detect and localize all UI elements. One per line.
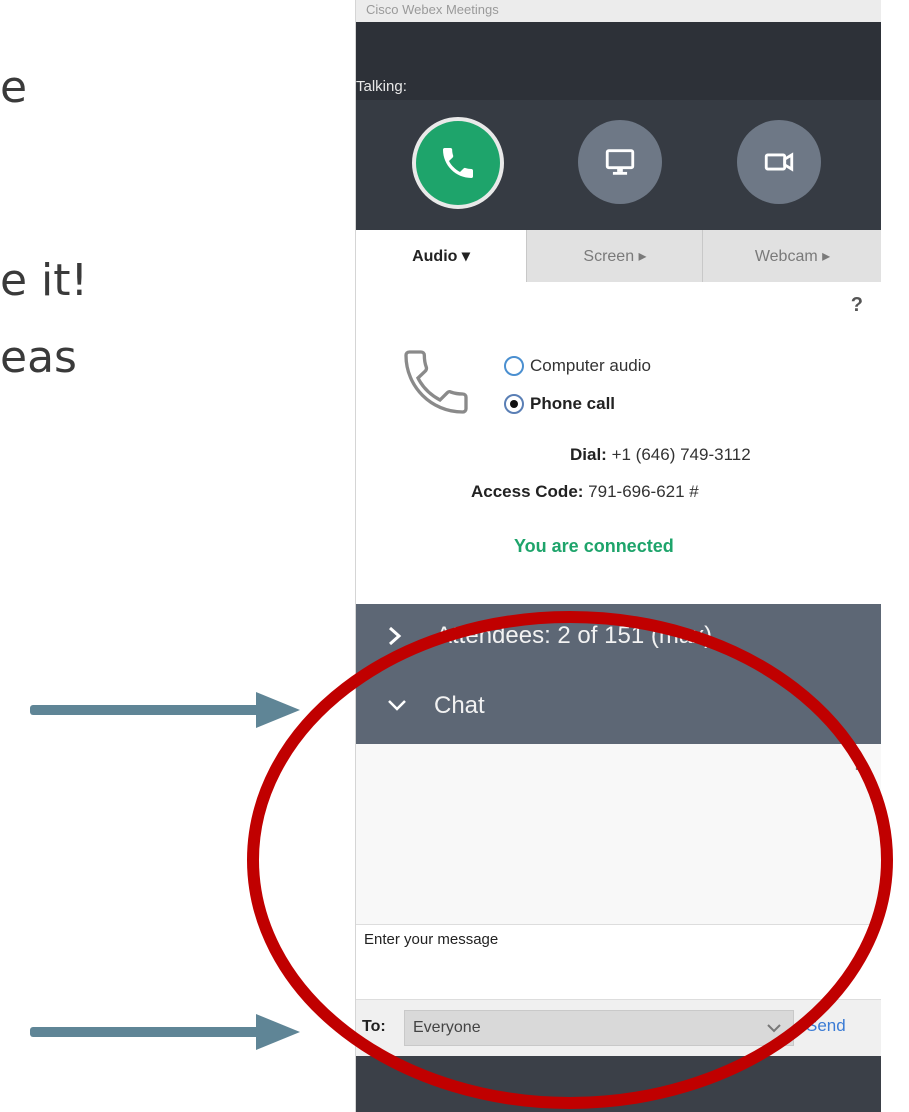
tab-screen[interactable]: Screen ▸ [526, 230, 703, 282]
phone-outline-icon [404, 350, 468, 414]
tab-audio[interactable]: Audio ▾ [356, 230, 526, 282]
meeting-panel: Cisco Webex Meetings Talking: Audio ▾ Sc… [355, 0, 881, 1112]
chat-messages-area: ? [356, 744, 881, 924]
arrow-pointer-recipient [30, 1014, 300, 1050]
slide-text-fragment: e [0, 62, 28, 113]
phone-call-option[interactable]: Phone call [504, 394, 615, 414]
slide-text-fragment: eas [0, 332, 77, 383]
recipient-value: Everyone [413, 1019, 481, 1036]
radio-phone-call[interactable] [504, 394, 524, 414]
window-title: Cisco Webex Meetings [366, 2, 499, 17]
dial-number: +1 (646) 749-3112 [611, 445, 751, 464]
computer-audio-option[interactable]: Computer audio [504, 356, 651, 376]
radio-computer-audio[interactable] [504, 356, 524, 376]
webcam-button[interactable] [737, 120, 821, 204]
camera-icon [764, 152, 794, 172]
chevron-down-icon [388, 700, 406, 711]
chat-label: Chat [434, 692, 485, 719]
audio-button[interactable] [412, 117, 504, 209]
window-titlebar: Cisco Webex Meetings [356, 0, 881, 22]
access-code-label: Access Code: [471, 482, 584, 501]
connection-status: You are connected [514, 536, 674, 556]
computer-audio-label: Computer audio [530, 356, 651, 375]
bottom-bar [356, 1056, 881, 1112]
talking-bar: Talking: [356, 22, 881, 100]
chevron-right-icon [389, 626, 402, 646]
chat-message-input[interactable]: Enter your message [356, 924, 881, 1000]
media-tabs: Audio ▾ Screen ▸ Webcam ▸ [356, 230, 881, 282]
phone-icon [443, 148, 473, 178]
phone-call-label: Phone call [530, 394, 616, 413]
slide-text-fragment: e it! [0, 255, 89, 306]
help-button[interactable]: ? [851, 294, 863, 317]
to-label: To: [362, 1018, 386, 1035]
arrow-pointer-chat [30, 692, 300, 728]
audio-settings: ? Computer audio Phone call Dial: +1 (64… [356, 282, 881, 604]
chevron-down-icon [767, 1024, 781, 1033]
dial-info: Dial: +1 (646) 749-3112 [570, 445, 751, 465]
access-code-value: 791-696-621 # [588, 482, 699, 501]
attendees-section-header[interactable]: Attendees: 2 of 151 (max) [356, 604, 881, 668]
monitor-icon [605, 149, 635, 175]
talking-label: Talking: [356, 78, 407, 95]
send-button[interactable]: Send [806, 1016, 846, 1036]
chat-help-button[interactable]: ? [852, 754, 863, 775]
access-code-info: Access Code: 791-696-621 # [471, 482, 699, 502]
dial-label: Dial: [570, 445, 607, 464]
recipient-row: To: Everyone Send [356, 1000, 881, 1056]
message-placeholder: Enter your message [364, 931, 499, 948]
attendees-label: Attendees: 2 of 151 (max) [436, 622, 713, 649]
tab-webcam[interactable]: Webcam ▸ [702, 230, 881, 282]
recipient-select[interactable]: Everyone [404, 1010, 794, 1046]
media-controls [356, 100, 881, 230]
chat-section-header[interactable]: Chat [356, 668, 881, 744]
screen-share-button[interactable] [578, 120, 662, 204]
